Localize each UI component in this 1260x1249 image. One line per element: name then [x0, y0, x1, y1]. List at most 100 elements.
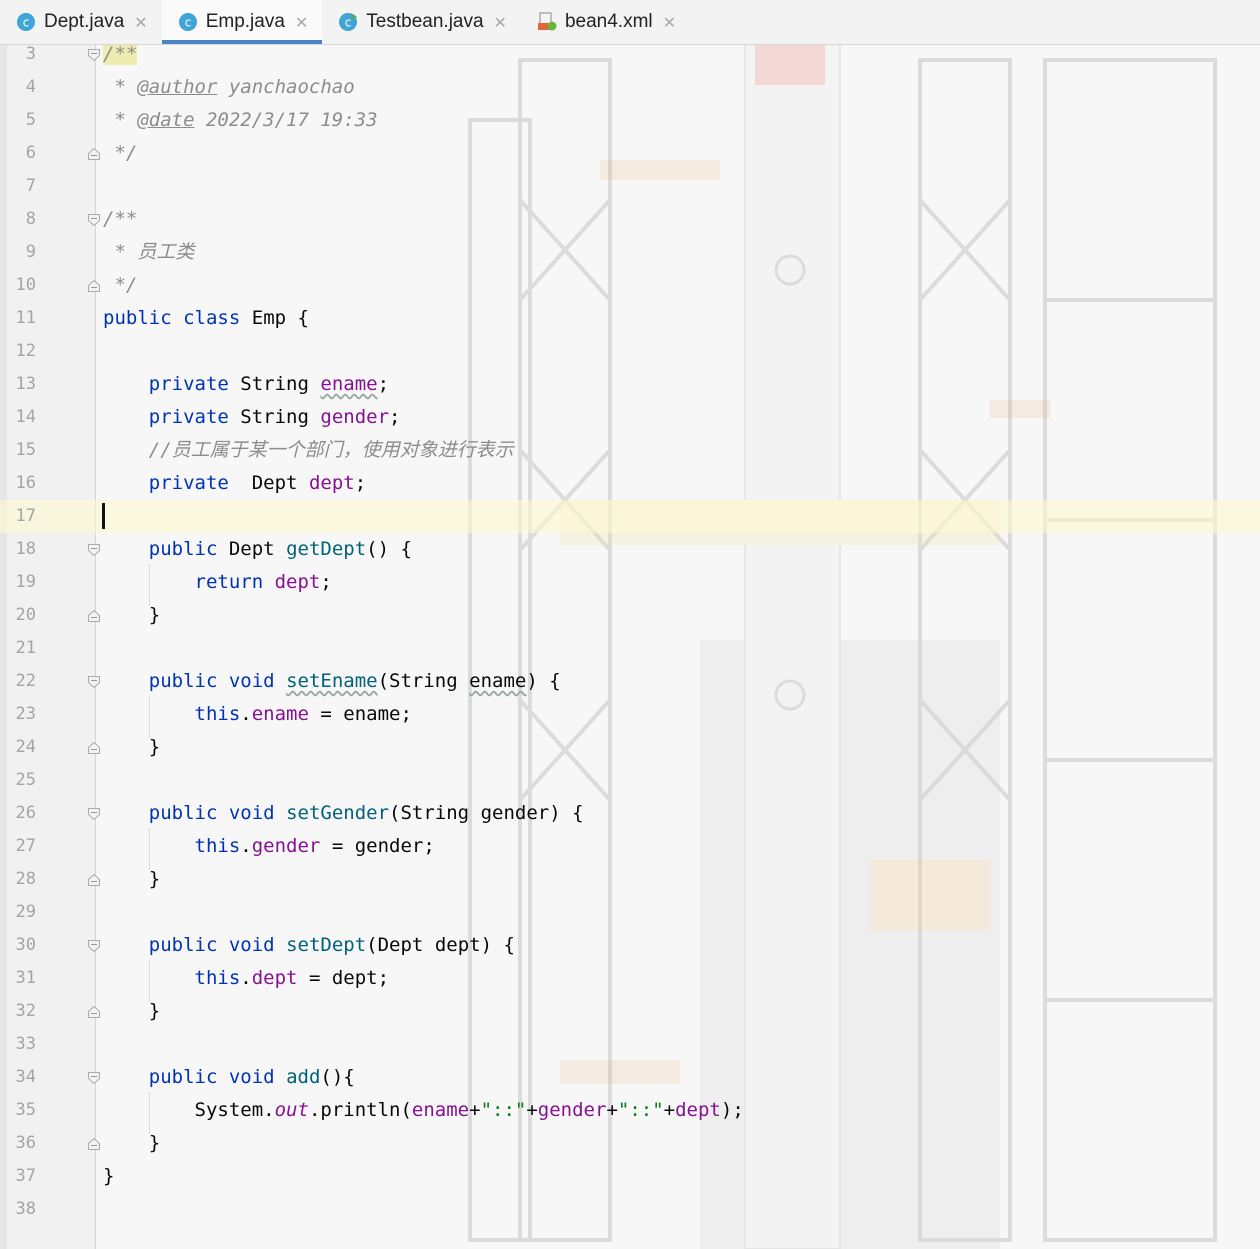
code-line[interactable]: 21 [0, 632, 1260, 665]
field-name: gender [320, 406, 390, 428]
code-line[interactable]: 26 public void setGender(String gender) … [0, 797, 1260, 830]
parameter-name: dept [434, 934, 481, 956]
code-line[interactable]: 30 public void setDept(Dept dept) { [0, 929, 1260, 962]
line-number: 14 [15, 407, 36, 427]
fold-open-icon[interactable] [87, 807, 101, 821]
java-class-icon: c [178, 13, 197, 31]
line-number: 24 [15, 737, 36, 757]
code-line[interactable]: 25 [0, 764, 1260, 797]
fold-open-icon[interactable] [87, 1071, 101, 1085]
keyword: public [148, 1066, 218, 1088]
type-name: String [240, 406, 309, 428]
code-line[interactable]: 29 [0, 896, 1260, 929]
fold-close-icon[interactable] [87, 1137, 101, 1151]
line-number: 15 [15, 440, 36, 460]
code-line[interactable]: 31 this.dept = dept; [0, 962, 1260, 995]
fold-close-icon[interactable] [87, 1005, 101, 1019]
static-field: out [274, 1099, 309, 1121]
code-line[interactable]: 36 } [0, 1127, 1260, 1160]
keyword: public [148, 934, 218, 956]
code-line[interactable]: 23 this.ename = ename; [0, 698, 1260, 731]
code-line[interactable]: 12 [0, 335, 1260, 368]
tab-bean4-xml[interactable]: bean4.xml ✕ [521, 0, 690, 44]
code-line[interactable]: 22 public void setEname(String ename) { [0, 665, 1260, 698]
tab-dept-java[interactable]: c Dept.java ✕ [0, 0, 162, 44]
class-name: Emp [251, 307, 287, 329]
line-number: 19 [15, 572, 36, 592]
close-icon[interactable]: ✕ [663, 13, 676, 32]
code-line[interactable]: 9 * 员工类 [0, 236, 1260, 269]
tab-label: Emp.java [205, 11, 285, 32]
fold-open-icon[interactable] [87, 48, 101, 62]
code-line[interactable]: 27 this.gender = gender; [0, 830, 1260, 863]
code-line[interactable]: 14 private String gender; [0, 401, 1260, 434]
line-number: 36 [15, 1133, 36, 1153]
close-icon[interactable]: ✕ [494, 13, 507, 32]
code-line[interactable]: 20 } [0, 599, 1260, 632]
code-line[interactable]: 11 public class Emp { [0, 302, 1260, 335]
code-line[interactable]: 34 public void add(){ [0, 1061, 1260, 1094]
line-number: 30 [15, 935, 36, 955]
keyword: public [148, 802, 218, 824]
code-line[interactable]: 18 public Dept getDept() { [0, 533, 1260, 566]
field-name: dept [675, 1099, 721, 1121]
code-line[interactable]: 13 private String ename; [0, 368, 1260, 401]
code-lines: 3 /** 4 * @author yanchaochao 5 * @date … [0, 38, 1260, 1226]
line-number: 8 [25, 209, 36, 229]
doc-comment: * [103, 109, 138, 131]
field-name: dept [274, 571, 321, 593]
code-line[interactable]: 35 System.out.println(ename+"::"+gender+… [0, 1094, 1260, 1127]
line-number: 29 [15, 902, 36, 922]
fold-close-icon[interactable] [87, 279, 101, 293]
doc-comment: * [103, 76, 138, 98]
code-line[interactable]: 37 } [0, 1160, 1260, 1193]
close-icon[interactable]: ✕ [134, 13, 147, 32]
type-name: String [389, 670, 458, 692]
code-line[interactable]: 4 * @author yanchaochao [0, 71, 1260, 104]
code-line[interactable]: 16 private Dept dept; [0, 467, 1260, 500]
close-icon[interactable]: ✕ [295, 13, 308, 32]
code-line[interactable]: 6 */ [0, 137, 1260, 170]
code-line[interactable]: 33 [0, 1028, 1260, 1061]
code-line[interactable]: 7 [0, 170, 1260, 203]
parameter-name: ename [343, 703, 401, 725]
tab-label: bean4.xml [564, 11, 653, 32]
tab-testbean-java[interactable]: c Testbean.java ✕ [322, 0, 521, 44]
tab-emp-java[interactable]: c Emp.java ✕ [161, 0, 323, 44]
line-number: 27 [15, 836, 36, 856]
code-line[interactable]: 24 } [0, 731, 1260, 764]
code-line-current[interactable]: 17 [0, 500, 1260, 533]
keyword: public [148, 670, 218, 692]
field-name: gender [537, 1099, 607, 1121]
fold-close-icon[interactable] [87, 147, 101, 161]
fold-open-icon[interactable] [87, 213, 101, 227]
line-number: 33 [15, 1034, 36, 1054]
code-line[interactable]: 32 } [0, 995, 1260, 1028]
line-number: 11 [15, 308, 36, 328]
doc-comment: 2022/3/17 19:33 [194, 109, 378, 131]
code-line[interactable]: 38 [0, 1193, 1260, 1226]
code-line[interactable]: 28 } [0, 863, 1260, 896]
code-line[interactable]: 8 /** [0, 203, 1260, 236]
code-line[interactable]: 15 //员工属于某一个部门，使用对象进行表示 [0, 434, 1260, 467]
keyword: class [183, 307, 241, 329]
fold-close-icon[interactable] [87, 873, 101, 887]
code-line[interactable]: 19 return dept; [0, 566, 1260, 599]
fold-close-icon[interactable] [87, 741, 101, 755]
field-name: gender [251, 835, 321, 857]
code-editor[interactable]: 3 /** 4 * @author yanchaochao 5 * @date … [0, 43, 1260, 1249]
method-name: setGender [286, 802, 390, 824]
code-line[interactable]: 10 */ [0, 269, 1260, 302]
fold-open-icon[interactable] [87, 675, 101, 689]
doc-comment: /** [103, 43, 138, 65]
fold-close-icon[interactable] [87, 609, 101, 623]
fold-open-icon[interactable] [87, 543, 101, 557]
keyword: this [194, 835, 241, 857]
text-caret [102, 503, 105, 529]
line-number: 38 [15, 1199, 36, 1219]
line-number: 28 [15, 869, 36, 889]
fold-open-icon[interactable] [87, 939, 101, 953]
code-line[interactable]: 5 * @date 2022/3/17 19:33 [0, 104, 1260, 137]
keyword: public [103, 307, 172, 329]
line-number: 31 [15, 968, 36, 988]
